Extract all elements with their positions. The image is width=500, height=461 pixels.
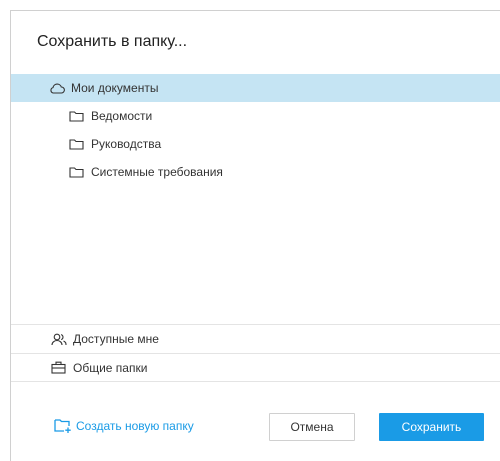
dialog-title: Сохранить в папку... [37, 33, 188, 50]
tree-item-my-documents[interactable]: Мои документы [11, 74, 500, 102]
tree-item-folder[interactable]: Системные требования [11, 158, 500, 186]
tree-item-label: Мои документы [71, 81, 159, 95]
cloud-icon [49, 81, 67, 95]
briefcase-icon [51, 361, 69, 374]
section-label: Общие папки [73, 360, 148, 375]
users-icon [51, 333, 69, 346]
tree-item-label: Руководства [91, 137, 162, 151]
tree-item-folder[interactable]: Руководства [11, 130, 500, 158]
save-button[interactable]: Сохранить [379, 413, 484, 441]
tree-item-label: Ведомости [91, 109, 153, 123]
cancel-button[interactable]: Отмена [269, 413, 355, 441]
tree-item-label: Системные требования [91, 165, 223, 179]
tree-item-folder[interactable]: Ведомости [11, 102, 500, 130]
save-to-folder-dialog: Сохранить в папку... Мои документы Ведом… [10, 10, 500, 461]
section-common-folders[interactable]: Общие папки [11, 353, 500, 382]
section-shared-with-me[interactable]: Доступные мне [11, 324, 500, 353]
section-label: Доступные мне [73, 332, 159, 346]
folder-icon [69, 165, 87, 179]
create-folder-link[interactable]: Создать новую папку [54, 418, 194, 433]
folder-plus-icon [54, 418, 72, 433]
create-folder-label: Создать новую папку [76, 418, 194, 433]
folder-icon [69, 137, 87, 151]
folder-icon [69, 109, 87, 123]
